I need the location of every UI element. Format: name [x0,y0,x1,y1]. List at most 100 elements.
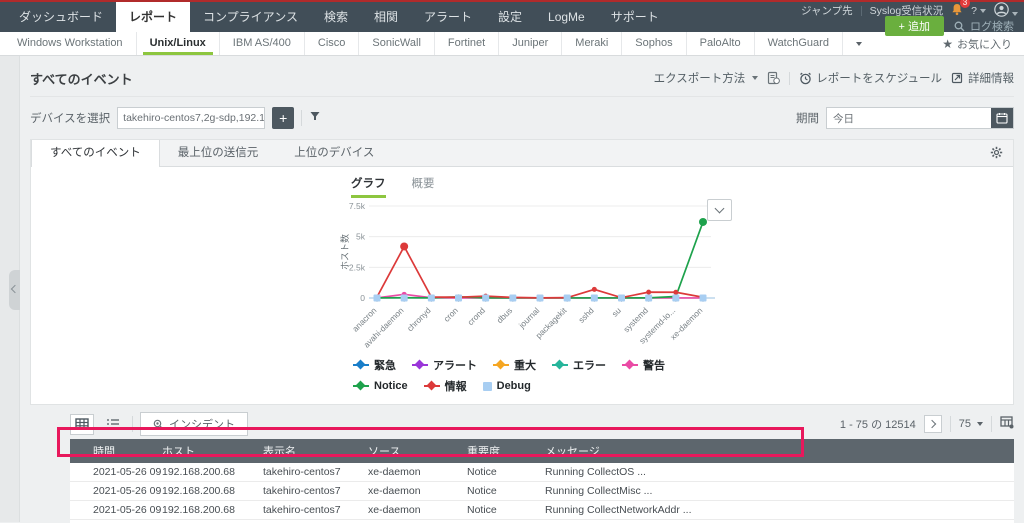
device-type-tab[interactable]: Sophos [622,32,686,55]
device-type-tab[interactable]: Meraki [562,32,622,55]
details-link[interactable]: 詳細情報 [951,70,1014,86]
calendar-icon [996,112,1008,124]
help-menu[interactable]: ? [971,5,986,17]
legend-marker [552,364,568,366]
legend-item[interactable]: Notice [353,378,408,394]
device-select-input[interactable]: takehiro-centos7,2g-sdp,192.168.83.2( [117,107,265,129]
device-type-tab[interactable]: Juniper [499,32,562,55]
device-type-tab[interactable]: Windows Workstation [4,32,137,55]
legend-item[interactable]: 警告 [622,357,665,373]
device-type-tab[interactable]: Fortinet [435,32,499,55]
table-header-cell[interactable]: メッセージ [545,443,1014,459]
legend-item[interactable]: アラート [412,357,477,373]
table-cell: 2021-05-26 09:12:22 [93,466,162,478]
table-cell: 2021-05-26 09:12:22 [93,485,162,497]
table-header-cell[interactable]: 時間 [93,443,162,459]
device-type-tab[interactable]: IBM AS/400 [220,32,305,55]
top-nav-item[interactable]: コンプライアンス [190,2,311,32]
incident-button[interactable]: インシデント [140,412,248,436]
table-cell: Notice [467,466,545,478]
divider [950,416,951,432]
device-type-tab-bar: Windows WorkstationUnix/LinuxIBM AS/400C… [0,32,1024,56]
user-avatar-icon [994,2,1009,17]
column-settings-icon[interactable] [1000,416,1014,432]
legend-marker [493,364,509,366]
jump-to-link[interactable]: ジャンプ先 [801,3,853,18]
table-row[interactable]: 2021-05-26 09:12:22192.168.200.68takehir… [70,463,1014,482]
svg-text:chronyd: chronyd [405,305,433,333]
device-type-tabs: Windows WorkstationUnix/LinuxIBM AS/400C… [0,32,873,55]
legend-item[interactable]: 情報 [424,378,467,394]
legend-item[interactable]: Debug [483,378,531,394]
main-panel: すべてのイベント エクスポート方法 [20,56,1024,522]
top-nav-item[interactable]: ダッシュボード [6,2,116,32]
export-file-icon[interactable] [767,71,780,85]
user-menu[interactable] [994,2,1018,20]
top-nav-item[interactable]: LogMe [535,2,598,32]
legend-label: Notice [374,380,408,392]
list-view-button[interactable] [101,414,125,435]
schedule-report-button[interactable]: レポートをスケジュール [799,70,942,86]
legend-marker-dot [356,381,366,391]
device-type-tab[interactable]: Unix/Linux [137,32,220,55]
chart-collapse-button[interactable] [707,199,732,221]
divider [991,416,992,432]
tab-summary[interactable]: 概要 [412,175,435,198]
top-nav-item[interactable]: アラート [411,2,485,32]
top-nav-item[interactable]: 設定 [485,2,535,32]
legend-item[interactable]: 重大 [493,357,536,373]
top-nav-item[interactable]: 相関 [361,2,411,32]
log-search-button[interactable]: ログ検索 [954,18,1018,34]
grid-icon [75,418,89,430]
alarm-clock-icon [799,72,812,85]
legend-label: 重大 [514,357,536,373]
chevron-down-icon [856,42,862,46]
device-type-tab[interactable]: WatchGuard [755,32,843,55]
table-header-cell[interactable]: ソース [368,443,467,459]
table-header-cell[interactable]: ホスト [162,443,263,459]
table-row[interactable]: 2021-05-26 09:12:22192.168.200.68takehir… [70,482,1014,501]
page-size-dropdown[interactable]: 75 [959,418,983,430]
top-nav-right: ジャンプ先 Syslog受信状況 3 ? [801,2,1024,32]
device-type-tab[interactable]: Cisco [305,32,360,55]
top-nav-item[interactable]: サポート [598,2,672,32]
side-panel-toggle[interactable] [9,270,20,310]
view-tab[interactable]: 最上位の送信元 [160,140,277,166]
table-cell: Running CollectNetworkAddr ... [545,504,1014,516]
favorites-button[interactable]: ★ お気に入り [942,32,1024,55]
view-tab[interactable]: 上位のデバイス [276,140,392,166]
view-tab[interactable]: すべてのイベント [31,140,160,167]
events-line-chart: 7.5k5k2.5k0ホスト数anacronavahi-daemonchrony… [339,198,734,350]
more-device-types-dropdown[interactable] [843,32,873,55]
table-header-cell[interactable]: 重要度 [467,443,545,459]
table-cell: 2021-05-26 09:12:22 [93,504,162,516]
add-button[interactable]: + 追加 [885,16,944,36]
add-device-button[interactable]: + [272,107,294,129]
calendar-button[interactable] [991,108,1013,128]
device-type-tab[interactable]: PaloAlto [687,32,755,55]
table-view-button[interactable] [70,414,94,435]
chevron-down-icon [980,9,986,13]
legend-label: 緊急 [374,357,396,373]
table-cell: 192.168.200.68 [162,485,263,497]
legend-marker-dot [356,360,366,370]
chart-block: グラフ 概要 7.5k5k2.5k0ホスト数anacronavahi-daemo… [339,167,734,394]
next-page-button[interactable] [924,415,942,433]
legend-label: アラート [433,357,477,373]
legend-item[interactable]: エラー [552,357,606,373]
divider [132,416,133,432]
top-nav-item[interactable]: 検索 [311,2,361,32]
device-type-tab[interactable]: SonicWall [359,32,435,55]
table-header-cell[interactable]: 表示名 [263,443,368,459]
export-menu[interactable]: エクスポート方法 [654,70,759,86]
tab-graph[interactable]: グラフ [351,175,386,198]
notification-bell-icon[interactable]: 3 [951,3,963,19]
gear-icon[interactable] [990,146,1003,164]
legend-item[interactable]: 緊急 [353,357,396,373]
table-row[interactable]: 2021-05-26 09:12:22192.168.200.68takehir… [70,501,1014,520]
chart-legend: 緊急 アラート 重大エラー警告 Notice 情報 Debug [353,357,723,394]
table-cell: takehiro-centos7 [263,466,368,478]
filter-funnel-icon[interactable] [309,109,321,127]
top-nav-item[interactable]: レポート [116,2,190,32]
period-input[interactable]: 今日 [826,107,1014,129]
